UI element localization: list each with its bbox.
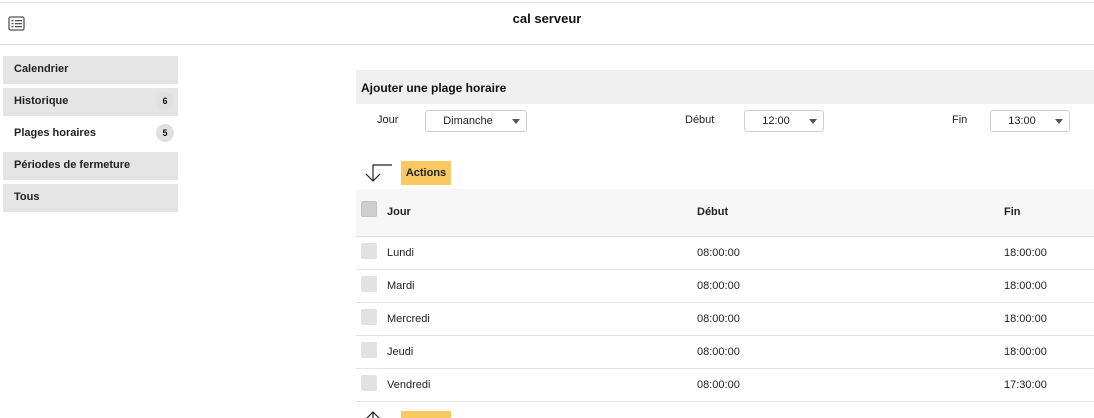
sidebar-item-tous[interactable]: Tous — [3, 184, 178, 212]
sidebar-item-label: Tous — [14, 191, 40, 203]
start-label: Début — [685, 114, 715, 126]
table-row[interactable]: Mardi 08:00:00 18:00:00 — [356, 270, 1094, 303]
actions-button-bottom[interactable] — [401, 411, 451, 418]
column-header-jour[interactable]: Jour — [387, 206, 411, 218]
start-select-value: 12:00 — [762, 115, 790, 127]
select-all-checkbox[interactable] — [361, 201, 377, 217]
cell-start: 08:00:00 — [697, 379, 740, 391]
end-select-value: 13:00 — [1008, 115, 1036, 127]
table-row[interactable]: Lundi 08:00:00 18:00:00 — [356, 237, 1094, 270]
arrow-up-left-icon — [362, 410, 392, 418]
cell-start: 08:00:00 — [697, 280, 740, 292]
cell-end: 18:00:00 — [1004, 280, 1047, 292]
row-checkbox[interactable] — [361, 243, 377, 259]
row-checkbox[interactable] — [361, 342, 377, 358]
add-timeslot-title: Ajouter une plage horaire — [361, 81, 507, 95]
row-checkbox[interactable] — [361, 276, 377, 292]
sidebar-item-label: Périodes de fermeture — [14, 159, 131, 171]
row-checkbox[interactable] — [361, 375, 377, 391]
cell-day: Vendredi — [387, 379, 431, 391]
chevron-down-icon — [512, 119, 520, 124]
day-select[interactable]: Dimanche — [425, 110, 527, 132]
column-header-fin[interactable]: Fin — [1004, 206, 1021, 218]
cell-start: 08:00:00 — [697, 346, 740, 358]
end-label: Fin — [952, 114, 968, 126]
cell-end: 17:30:00 — [1004, 379, 1047, 391]
cell-start: 08:00:00 — [697, 313, 740, 325]
table-row[interactable]: Vendredi 08:00:00 17:30:00 — [356, 369, 1094, 402]
cell-day: Lundi — [387, 247, 414, 259]
sidebar-item-calendrier[interactable]: Calendrier — [3, 56, 178, 84]
day-select-value: Dimanche — [443, 115, 493, 127]
page-title: cal serveur — [512, 11, 582, 26]
chevron-down-icon — [809, 119, 817, 124]
chevron-down-icon — [1055, 119, 1063, 124]
column-header-debut[interactable]: Début — [697, 206, 728, 218]
sidebar-item-label: Plages horaires — [14, 127, 96, 139]
cell-day: Mardi — [387, 280, 415, 292]
day-label: Jour — [377, 114, 399, 126]
cell-day: Jeudi — [387, 346, 414, 358]
sidebar-item-label: Historique — [14, 95, 69, 107]
table-row[interactable]: Mercredi 08:00:00 18:00:00 — [356, 303, 1094, 336]
sidebar-item-label: Calendrier — [14, 63, 69, 75]
arrow-down-left-icon — [362, 163, 392, 183]
sidebar-item-historique[interactable]: Historique 6 — [3, 88, 178, 116]
sidebar: Calendrier Historique 6 Plages horaires … — [3, 56, 178, 216]
end-time-select[interactable]: 13:00 — [990, 110, 1070, 132]
cell-end: 18:00:00 — [1004, 247, 1047, 259]
count-badge: 5 — [156, 124, 174, 142]
sidebar-item-periodes-fermeture[interactable]: Périodes de fermeture — [3, 152, 178, 180]
table-row[interactable]: Jeudi 08:00:00 18:00:00 — [356, 336, 1094, 369]
cell-end: 18:00:00 — [1004, 313, 1047, 325]
sidebar-item-plages-horaires[interactable]: Plages horaires 5 — [3, 120, 178, 148]
cell-day: Mercredi — [387, 313, 430, 325]
cell-end: 18:00:00 — [1004, 346, 1047, 358]
row-checkbox[interactable] — [361, 309, 377, 325]
add-timeslot-panel: Ajouter une plage horaire — [356, 70, 1094, 104]
header-bar: cal serveur — [0, 3, 1094, 45]
start-time-select[interactable]: 12:00 — [744, 110, 824, 132]
table-header: Jour Début Fin — [356, 189, 1094, 237]
actions-button[interactable]: Actions — [401, 161, 451, 185]
count-badge: 6 — [156, 92, 174, 110]
cell-start: 08:00:00 — [697, 247, 740, 259]
